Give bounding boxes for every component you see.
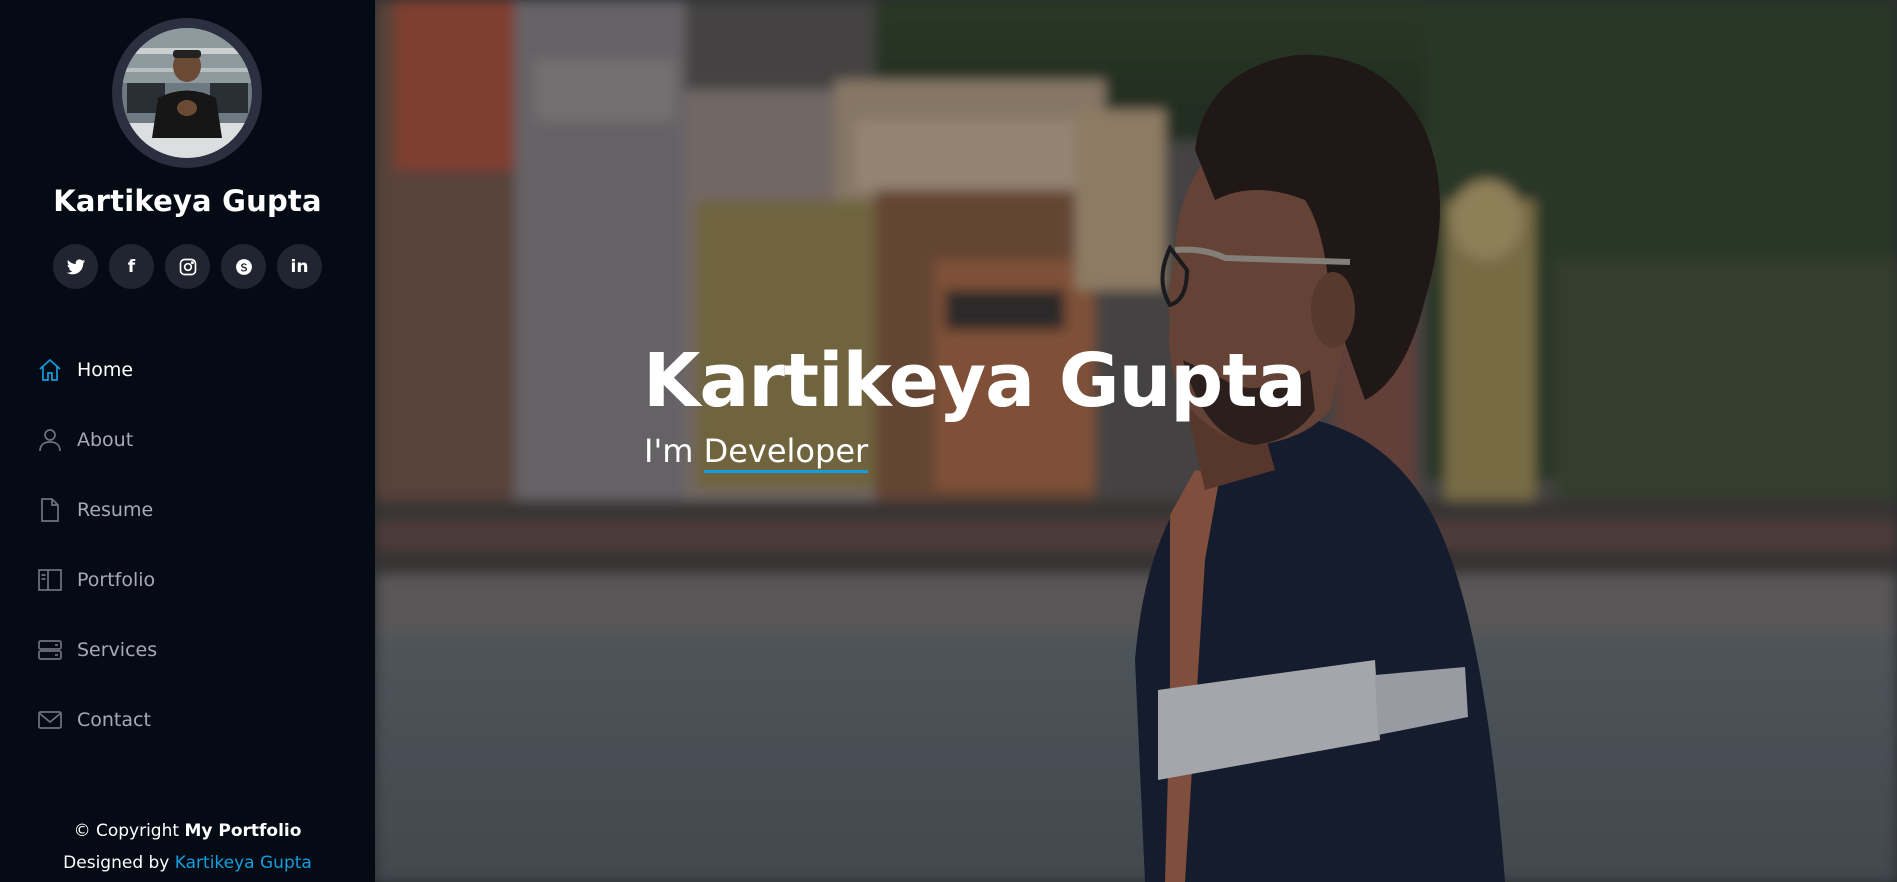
profile-name: Kartikeya Gupta [53,184,322,218]
hero-section: Kartikeya Gupta I'm Developer [375,0,1897,882]
person-icon [36,426,64,454]
nav-menu: Home About Resume Portfolio Services Con… [36,335,157,755]
copyright-line: © Copyright My Portfolio [0,815,375,847]
skype-link[interactable] [221,244,266,289]
copyright-brand: My Portfolio [184,821,302,841]
nav-item-home[interactable]: Home [36,335,157,405]
hero-subtitle-prefix: I'm [644,432,694,470]
file-icon [36,496,64,524]
designed-prefix: Designed by [63,853,170,873]
nav-item-portfolio[interactable]: Portfolio [36,545,157,615]
hero-typed-text: Developer [703,432,869,473]
linkedin-icon: in [290,256,309,277]
designed-by-line: Designed by Kartikeya Gupta [0,847,375,879]
nav-label-services: Services [77,639,158,661]
sidebar-footer: © Copyright My Portfolio Designed by Kar… [0,815,375,879]
book-icon [36,566,64,594]
nav-item-contact[interactable]: Contact [36,685,157,755]
skype-icon [235,258,252,275]
nav-label-home: Home [77,359,134,381]
instagram-icon [179,258,196,275]
nav-label-resume: Resume [77,499,154,521]
linkedin-link[interactable]: in [277,244,322,289]
nav-label-portfolio: Portfolio [77,569,156,591]
envelope-icon [36,706,64,734]
hero-subtitle: I'm Developer [644,432,869,473]
facebook-icon: f [127,256,136,277]
server-icon [36,636,64,664]
hero-title: Kartikeya Gupta [643,338,1307,424]
sidebar: Kartikeya Gupta f in Home About Resume P… [0,0,375,882]
nav-item-about[interactable]: About [36,405,157,475]
avatar [122,28,252,158]
copyright-prefix: © Copyright [73,821,180,841]
twitter-link[interactable] [53,244,98,289]
avatar-ring [112,18,262,168]
twitter-icon [66,258,85,274]
facebook-link[interactable]: f [109,244,154,289]
designer-link[interactable]: Kartikeya Gupta [175,853,312,873]
nav-item-resume[interactable]: Resume [36,475,157,545]
nav-item-services[interactable]: Services [36,615,157,685]
instagram-link[interactable] [165,244,210,289]
social-links: f in [0,244,375,289]
home-icon [36,356,64,384]
hero-overlay [375,0,1897,882]
nav-label-contact: Contact [77,709,151,731]
nav-label-about: About [77,429,134,451]
